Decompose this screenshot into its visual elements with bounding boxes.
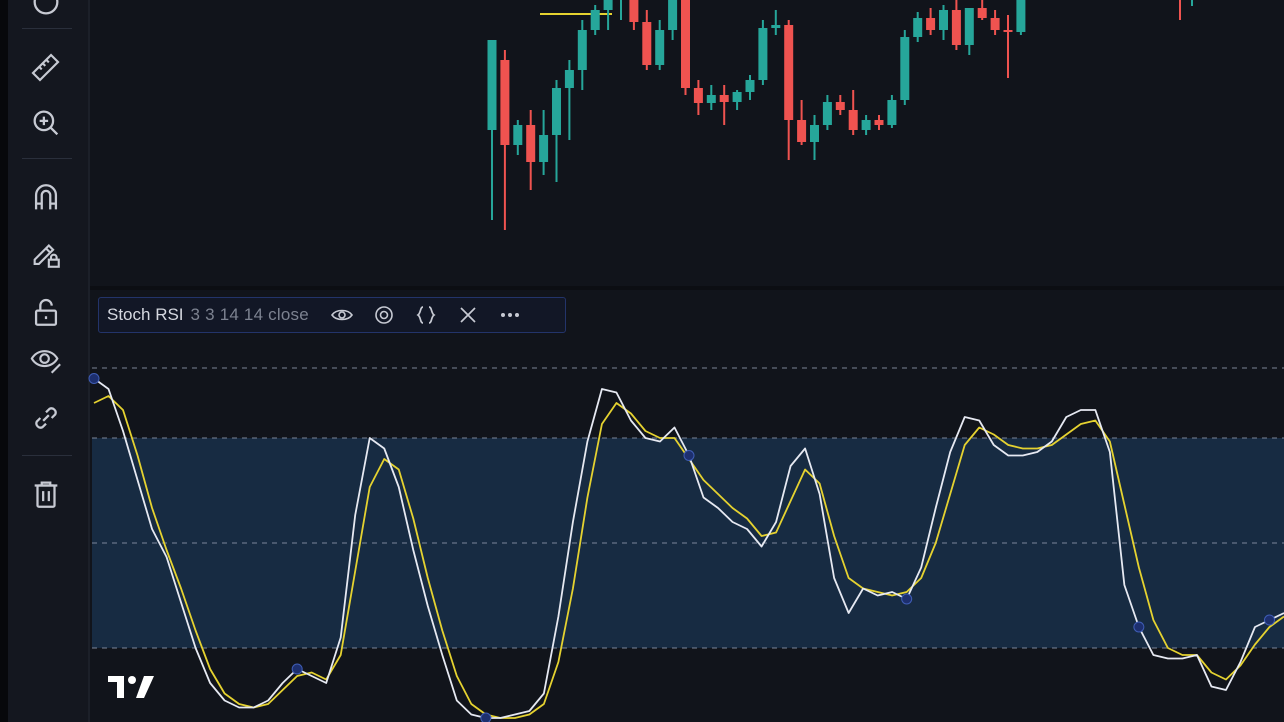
more-icon[interactable] xyxy=(489,299,531,331)
crossover-marker xyxy=(291,663,303,675)
indicator-legend[interactable]: Stoch RSI 3 3 14 14 close xyxy=(98,297,566,333)
crossover-marker xyxy=(901,593,913,605)
tradingview-logo xyxy=(108,676,154,698)
indicator-params: 3 3 14 14 close xyxy=(190,305,309,324)
crossover-marker xyxy=(480,712,492,722)
source-code-icon[interactable] xyxy=(405,299,447,331)
eye-icon[interactable] xyxy=(321,299,363,331)
crossover-marker xyxy=(1263,614,1275,626)
crossover-marker xyxy=(1133,621,1145,633)
stoch-rsi-pane xyxy=(88,367,1284,722)
crossover-marker xyxy=(683,450,695,461)
crossover-marker xyxy=(88,373,100,384)
settings-icon[interactable] xyxy=(363,299,405,331)
indicator-name: Stoch RSI xyxy=(107,305,184,324)
close-icon[interactable] xyxy=(447,299,489,331)
